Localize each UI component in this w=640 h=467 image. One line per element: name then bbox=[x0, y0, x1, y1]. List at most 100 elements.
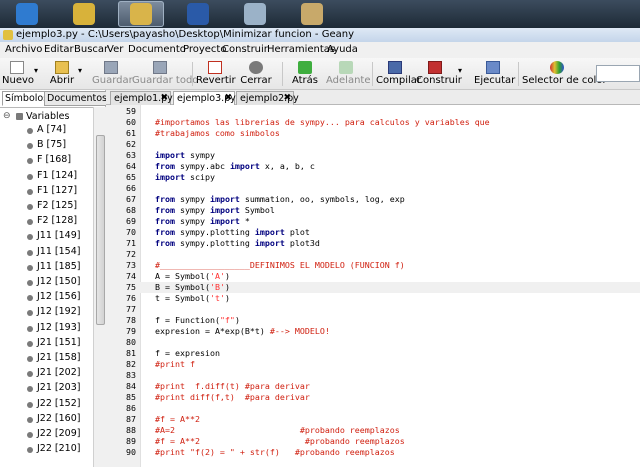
code-line: 89 #f = A**2 #probando reemplazos bbox=[106, 436, 640, 447]
code-text: #__________________DEFINIMOS EL MODELO (… bbox=[155, 260, 405, 271]
close-button[interactable]: Cerrar bbox=[240, 59, 272, 89]
code-line: 67 from sympy import summation, oo, symbo… bbox=[106, 194, 640, 205]
variable-icon bbox=[27, 386, 33, 393]
code-line: 77 bbox=[106, 304, 640, 315]
code-token: "f" bbox=[219, 315, 235, 325]
open-dropdown-arrow[interactable]: ▾ bbox=[78, 66, 82, 75]
code-text: f = expresion bbox=[155, 348, 220, 359]
code-token: sympy.plotting bbox=[174, 238, 255, 248]
symbol-label: J11 [149] bbox=[37, 230, 81, 242]
taskbar-button[interactable] bbox=[118, 1, 164, 27]
code-line: 72 bbox=[106, 249, 640, 260]
forward-button[interactable]: Adelante bbox=[326, 59, 370, 89]
code-line: 75 B = Symbol('B') bbox=[106, 282, 640, 293]
symbol-label: J12 [156] bbox=[37, 291, 81, 303]
line-number: 79 bbox=[126, 326, 136, 336]
line-number: 71 bbox=[126, 238, 136, 248]
code-token: ) bbox=[224, 282, 230, 292]
code-token: 'B' bbox=[209, 282, 225, 292]
back-button[interactable]: Atrás bbox=[288, 59, 322, 89]
window-title: ejemplo3.py - C:\Users\payasho\Desktop\M… bbox=[16, 29, 354, 40]
line-number: 85 bbox=[126, 392, 136, 402]
code-text: A = Symbol('A') bbox=[155, 271, 230, 282]
revert-icon bbox=[208, 61, 222, 74]
scrollbar-thumb[interactable] bbox=[96, 135, 105, 325]
variable-icon bbox=[27, 143, 33, 150]
taskbar-button[interactable] bbox=[232, 1, 278, 27]
sidebar-scrollbar[interactable] bbox=[93, 107, 106, 467]
line-number: 78 bbox=[126, 315, 136, 325]
menu-archivo[interactable]: Archivo bbox=[4, 42, 43, 58]
code-token: expresion = A*exp(B*t) bbox=[155, 326, 270, 336]
taskbar-button[interactable] bbox=[175, 1, 221, 27]
code-token: from bbox=[155, 227, 175, 237]
line-number: 67 bbox=[126, 194, 136, 204]
symbol-label: F1 [124] bbox=[37, 169, 78, 181]
code-text: import scipy bbox=[155, 172, 215, 183]
menu-ayuda[interactable]: Ayuda bbox=[326, 42, 359, 58]
search-input[interactable] bbox=[596, 65, 640, 82]
menu-editar[interactable]: Editar bbox=[43, 42, 75, 58]
collapse-icon[interactable]: ⊖ bbox=[3, 111, 11, 121]
editor-tab[interactable]: ejemplo3.py ✖ bbox=[173, 91, 236, 106]
save-button[interactable]: Guardar bbox=[92, 59, 133, 89]
code-text: #print "f(2) = " + str(f) #probando reem… bbox=[155, 447, 395, 458]
code-text: from sympy import * bbox=[155, 216, 250, 227]
tab-close-icon[interactable]: ✖ bbox=[224, 92, 232, 105]
symbol-label: J22 [160] bbox=[37, 412, 81, 424]
menu-ver[interactable]: Ver bbox=[106, 42, 124, 58]
taskbar-button[interactable] bbox=[4, 1, 50, 27]
build-dropdown-arrow[interactable]: ▾ bbox=[458, 66, 462, 75]
line-number: 68 bbox=[126, 205, 136, 215]
menu-construir[interactable]: Construir bbox=[221, 42, 269, 58]
toolbar-separator bbox=[518, 62, 519, 86]
tab-close-icon[interactable]: ✖ bbox=[160, 92, 168, 105]
menu-documento[interactable]: Documento bbox=[127, 42, 187, 58]
symbol-label: J21 [151] bbox=[37, 336, 81, 348]
code-token: from bbox=[155, 205, 175, 215]
code-token: sympy bbox=[174, 205, 210, 215]
code-token: plot bbox=[284, 227, 310, 237]
new-dropdown-arrow[interactable]: ▾ bbox=[34, 66, 38, 75]
symbol-label: F2 [125] bbox=[37, 200, 78, 211]
symbol-label: J11 [185] bbox=[37, 260, 81, 272]
tab-documents[interactable]: Documentos bbox=[44, 91, 110, 106]
code-line: 64 from sympy.abc import x, a, b, c bbox=[106, 161, 640, 172]
line-number: 83 bbox=[126, 370, 136, 380]
color-picker-button[interactable]: Selector de color bbox=[522, 59, 607, 89]
variable-icon bbox=[27, 325, 33, 332]
variable-icon bbox=[27, 204, 33, 210]
code-line: 61 #trabajamos como simbolos bbox=[106, 128, 640, 139]
tab-close-icon[interactable]: ✖ bbox=[283, 92, 291, 105]
editor-tab[interactable]: ejemplo2.py ✖ bbox=[236, 91, 299, 105]
revert-button[interactable]: Revertir bbox=[196, 59, 236, 89]
editor-tab[interactable]: ejemplo1.py ✖ bbox=[110, 91, 173, 105]
line-number: 66 bbox=[126, 183, 136, 193]
code-token: scipy bbox=[184, 172, 215, 182]
code-line: 73 #__________________DEFINIMOS EL MODELO… bbox=[106, 260, 640, 271]
code-token: #__________________DEFINIMOS EL MODELO (… bbox=[155, 260, 405, 270]
execute-button[interactable]: Ejecutar bbox=[474, 59, 515, 89]
save-icon bbox=[104, 61, 118, 74]
code-line: 63 import sympy bbox=[106, 150, 640, 161]
menu-buscar[interactable]: Buscar bbox=[73, 42, 109, 58]
variable-icon bbox=[27, 416, 33, 423]
code-token: import bbox=[229, 161, 260, 171]
build-button[interactable]: Construir bbox=[416, 59, 462, 89]
code-editor[interactable]: 59 60 #importamos las librerias de sympy..… bbox=[106, 105, 640, 467]
code-token: sympy bbox=[174, 216, 210, 226]
variable-icon bbox=[27, 371, 33, 378]
line-number: 65 bbox=[126, 172, 136, 182]
taskbar-button[interactable] bbox=[289, 1, 335, 27]
symbol-label: J22 [152] bbox=[37, 397, 81, 409]
code-line: 68 from sympy import Symbol bbox=[106, 205, 640, 216]
code-line: 76 t = Symbol('t') bbox=[106, 293, 640, 304]
save-all-button[interactable]: Guardar todo bbox=[132, 59, 198, 89]
compile-button[interactable]: Compilar bbox=[376, 59, 421, 89]
code-line: 74 A = Symbol('A') bbox=[106, 271, 640, 282]
open-button[interactable]: Abrir bbox=[48, 59, 76, 89]
code-text: #A=2 #probando reemplazos bbox=[155, 425, 400, 436]
taskbar-button[interactable] bbox=[61, 1, 107, 27]
code-text: f = Function("f") bbox=[155, 315, 240, 326]
new-button[interactable]: Nuevo bbox=[2, 59, 34, 89]
